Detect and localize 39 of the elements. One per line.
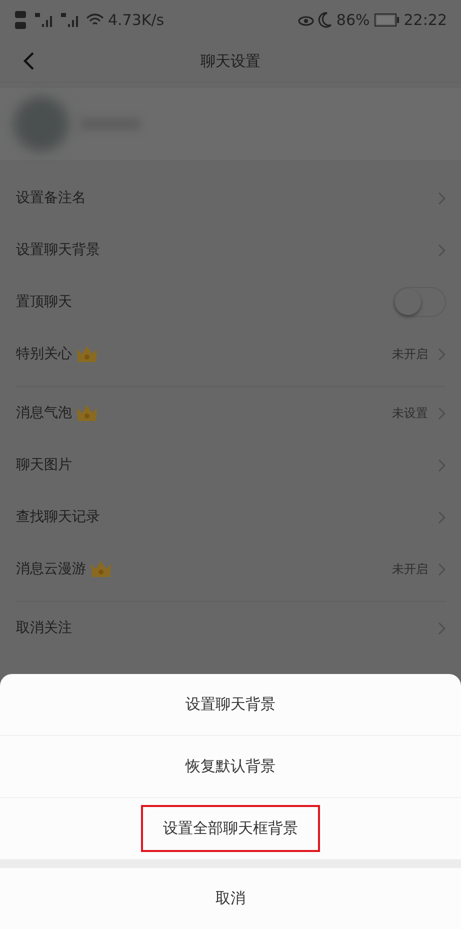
sheet-option[interactable]: 恢复默认背景 [0,736,461,798]
back-icon[interactable] [23,51,35,71]
row-label: 设置聊天背景 [16,241,100,259]
row-label: 消息云漫游 [16,560,86,578]
row-label: 消息气泡 [16,404,72,422]
page-title: 聊天设置 [200,52,260,70]
battery-icon [374,13,400,27]
settings-row[interactable]: 设置聊天背景 [16,224,446,276]
toggle-switch[interactable] [393,287,446,317]
settings-row[interactable]: 取消关注 [16,602,446,654]
moon-icon [318,12,332,28]
settings-row[interactable]: 消息气泡 未设置 [16,387,446,439]
settings-row[interactable]: 特别关心 未开启 [16,328,446,380]
row-label: 置顶聊天 [16,293,72,311]
row-label: 特别关心 [16,345,72,363]
battery-percent: 86% [336,11,370,29]
chevron-icon [438,192,446,204]
chevron-icon [438,406,446,420]
row-label: 查找聊天记录 [16,508,100,526]
network-speed: 4.73K/s [108,11,164,29]
settings-row[interactable]: 消息云漫游 未开启 [16,543,446,595]
chevron-icon [438,622,446,634]
settings-row[interactable]: 置顶聊天 [16,276,446,328]
chevron-icon [438,348,446,360]
row-value: 未开启 [392,346,428,362]
chevron-icon [438,562,446,576]
clock-time: 22:22 [404,11,447,29]
chevron-icon [438,458,446,472]
chevron-icon [438,244,446,256]
row-value: 未设置 [392,404,428,422]
row-value: 未开启 [392,560,428,578]
row-label: 取消关注 [16,619,72,637]
chevron-icon [438,510,446,524]
sheet-option[interactable]: 设置聊天背景 [0,674,461,736]
settings-row[interactable]: 聊天图片 [16,439,446,491]
settings-row[interactable]: 查找聊天记录 [16,491,446,543]
settings-row[interactable]: 设置备注名 [16,172,446,224]
row-label: 设置备注名 [16,189,86,207]
row-label: 聊天图片 [16,456,72,474]
